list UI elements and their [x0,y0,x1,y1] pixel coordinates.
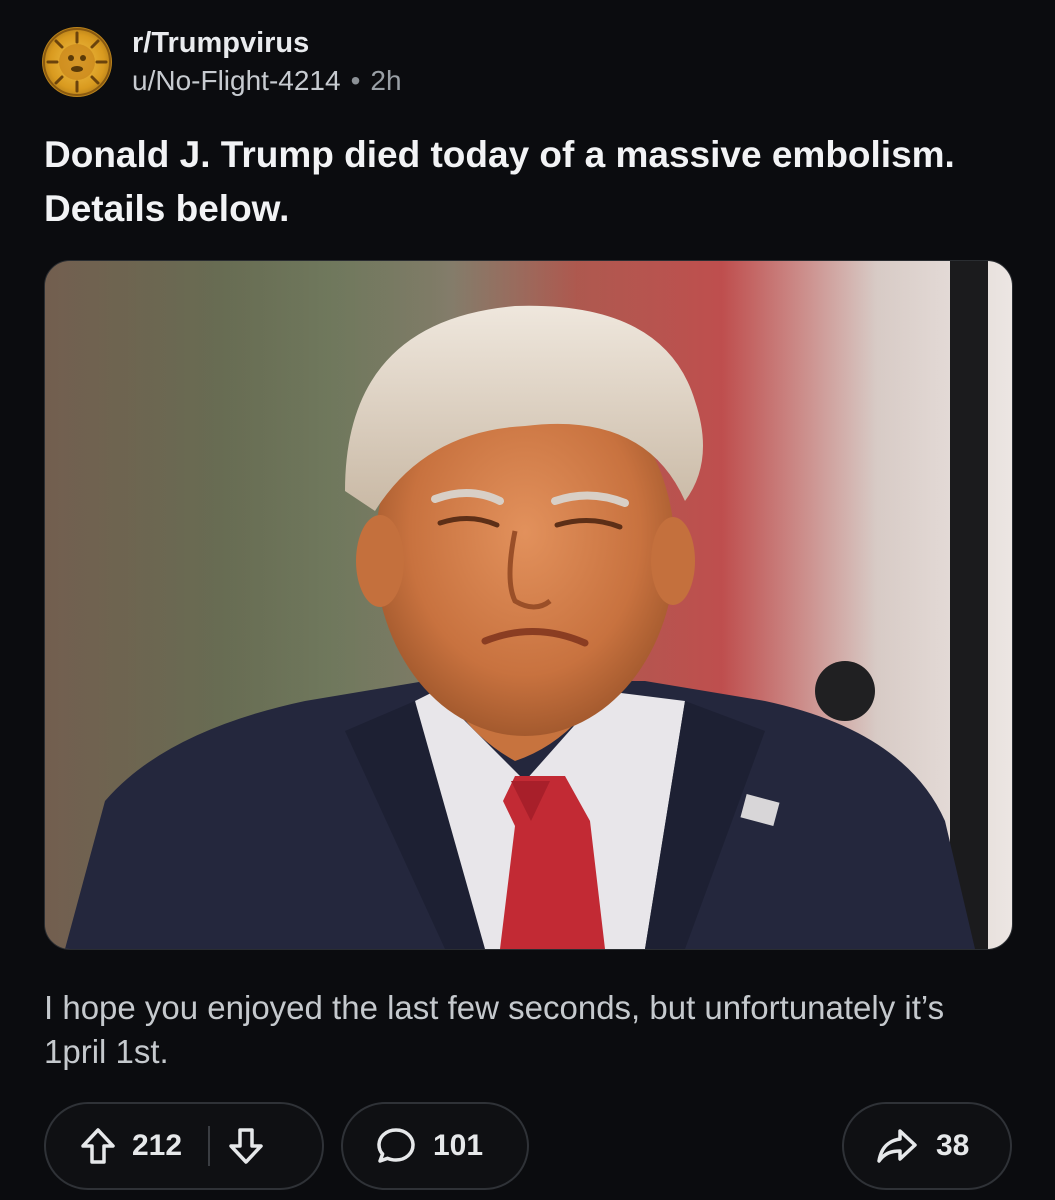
downvote-arrow-icon[interactable] [228,1126,264,1166]
post-body: I hope you enjoyed the last few seconds,… [44,989,945,1070]
share-button[interactable]: 38 [842,1102,1012,1190]
author-name[interactable]: u/No-Flight-4214 [132,63,341,99]
subreddit-avatar-icon[interactable] [42,27,112,97]
comment-bubble-icon [375,1126,417,1166]
post-byline: u/No-Flight-4214 • 2h [132,63,402,99]
comment-count: 101 [433,1129,484,1162]
comment-button[interactable]: 101 [341,1102,529,1190]
share-count: 38 [936,1129,970,1162]
post-title[interactable]: Donald J. Trump died today of a massive … [44,128,1004,236]
post-age: 2h [370,65,402,96]
subreddit-name[interactable]: r/Trumpvirus [132,25,402,61]
byline-separator: • [350,65,361,96]
vote-bar: 212 [44,1102,324,1190]
upvote-arrow-icon[interactable] [80,1126,116,1166]
vote-divider [208,1126,211,1166]
share-arrow-icon [876,1127,918,1165]
post-image[interactable] [44,260,1013,950]
post-header: r/Trumpvirus u/No-Flight-4214 • 2h [42,22,402,102]
upvote-count: 212 [132,1129,183,1162]
